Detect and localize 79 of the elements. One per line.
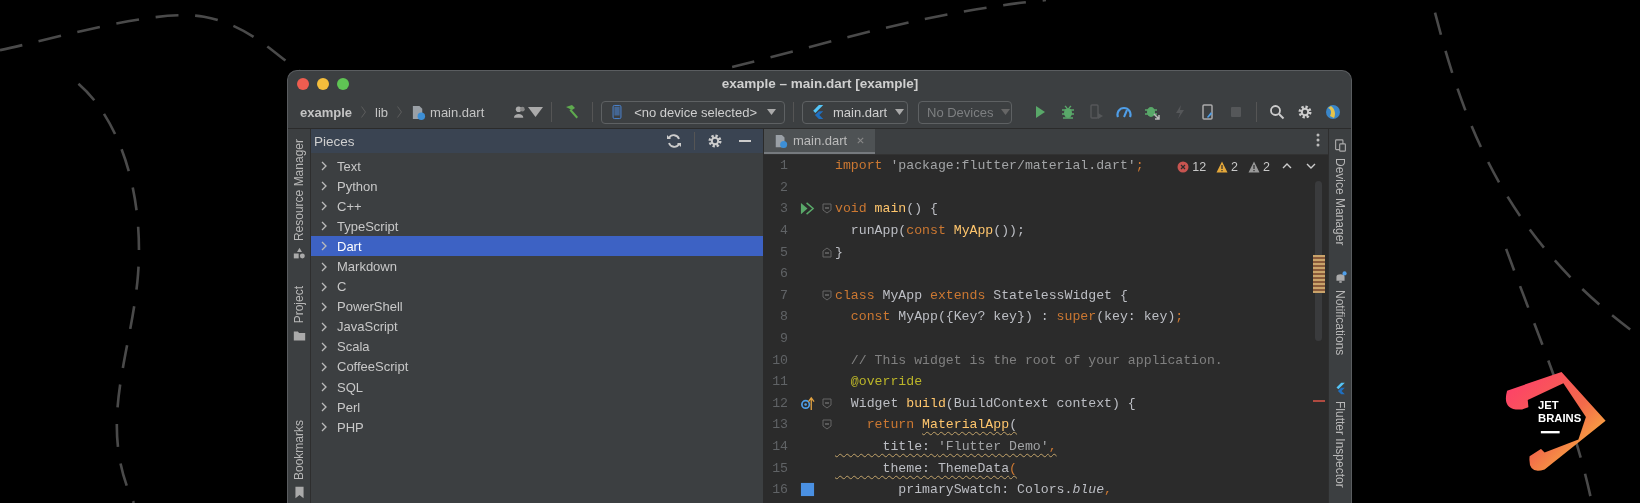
tree-item[interactable]: Text <box>311 156 763 177</box>
line-number: 1 <box>779 158 788 174</box>
tree-item[interactable]: C <box>311 276 763 297</box>
tree-item-label: C <box>337 279 347 295</box>
tree-item-label: JavaScript <box>337 319 398 335</box>
line-number: 15 <box>771 460 788 476</box>
tree-item[interactable]: C++ <box>311 196 763 217</box>
warning-count[interactable]: 2 <box>1216 160 1239 174</box>
code-line: primarySwatch: Colors.blue, <box>897 482 1112 498</box>
logo-text: BRAINS <box>1538 411 1582 424</box>
code-line: @override <box>849 374 923 390</box>
line-number: 14 <box>771 439 788 454</box>
tool-window-button[interactable]: Project <box>292 286 306 343</box>
tree-item-label: SQL <box>337 379 363 395</box>
tool-window-button[interactable]: Resource Manager <box>292 139 306 261</box>
window-title: example – main.dart [example] <box>720 76 920 91</box>
line-number: 16 <box>771 482 788 498</box>
code-line: import 'package:flutter/material.dart'; <box>835 158 1144 174</box>
line-number: 4 <box>779 223 788 239</box>
tree-item-label: PHP <box>337 419 364 435</box>
tree-item-label: Text <box>337 158 361 174</box>
code-line: title: 'Flutter Demo', <box>881 439 1057 454</box>
line-number: 5 <box>779 244 788 260</box>
code-line: const MyApp({Key? key}) : super(key: key); <box>849 309 1184 325</box>
tree-item-label: CoffeeScript <box>337 359 409 375</box>
line-number: 12 <box>771 395 788 411</box>
line-number: 13 <box>771 417 788 433</box>
code-line: // This widget is the root of your application. <box>849 352 1223 368</box>
line-number: 10 <box>771 352 788 368</box>
line-number: 6 <box>779 266 788 282</box>
tree-item[interactable]: SQL <box>311 377 763 398</box>
tree-item[interactable]: Dart <box>311 236 763 257</box>
tool-window-button[interactable]: Notifications <box>1333 271 1347 356</box>
code-line: return MaterialApp( <box>865 417 1018 433</box>
device-selector[interactable]: <no device selected> <box>601 100 785 124</box>
line-number: 2 <box>779 179 788 195</box>
breadcrumb[interactable]: main.dart <box>411 104 485 120</box>
tree-item-label: PowerShell <box>337 299 403 315</box>
code-line: runApp(const MyApp()); <box>849 223 1025 239</box>
tree-item[interactable]: JavaScript <box>311 316 763 337</box>
breadcrumb[interactable]: lib <box>375 104 389 120</box>
target-label: No Devices <box>927 104 994 120</box>
tree-item[interactable]: PHP <box>311 417 763 438</box>
tree-item[interactable]: Scala <box>311 336 763 357</box>
logo-text: JET <box>1538 399 1559 412</box>
tree-item[interactable]: PowerShell <box>311 296 763 317</box>
line-number: 8 <box>779 309 788 325</box>
code-line: } <box>835 244 843 260</box>
tree-item[interactable]: TypeScript <box>311 216 763 237</box>
tree-item-label: Markdown <box>337 259 397 274</box>
weak-warning-count[interactable]: 2 <box>1248 160 1270 174</box>
code-line: class MyApp extends StatelessWidget { <box>835 287 1128 303</box>
tree-item[interactable]: Perl <box>311 397 763 418</box>
device-selector-label: <no device selected> <box>634 104 757 120</box>
error-count[interactable]: 12 <box>1177 160 1207 174</box>
run-configuration-selector[interactable]: main.dart <box>802 100 908 124</box>
tree-item[interactable]: Python <box>311 176 763 197</box>
line-number: 3 <box>779 201 788 217</box>
tree-item-label: Python <box>337 178 378 194</box>
editor-tab[interactable]: main.dart <box>764 129 876 154</box>
run-configuration-label: main.dart <box>833 104 888 120</box>
tree-item-label: C++ <box>337 198 362 214</box>
tree-item-label: TypeScript <box>337 218 399 234</box>
tree-item-label: Dart <box>337 238 362 254</box>
tree-item[interactable]: CoffeeScript <box>311 356 763 378</box>
tool-window-button[interactable]: Flutter Inspector <box>1333 381 1347 488</box>
tool-window-button[interactable]: Bookmarks <box>292 420 306 500</box>
line-number: 7 <box>779 287 788 303</box>
breadcrumb[interactable]: example <box>300 104 353 120</box>
line-number: 9 <box>779 331 788 347</box>
panel-title: Pieces <box>314 133 356 149</box>
tree-item-label: Perl <box>337 399 361 415</box>
line-number: 11 <box>771 374 788 390</box>
code-line: void main() { <box>835 201 938 217</box>
code-line: Widget build(BuildContext context) { <box>849 395 1136 411</box>
tree-item-label: Scala <box>337 339 370 355</box>
tree-item[interactable]: Markdown <box>311 256 763 277</box>
code-line: theme: ThemeData( <box>881 460 1018 476</box>
tool-window-button[interactable]: Device Manager <box>1333 139 1347 246</box>
